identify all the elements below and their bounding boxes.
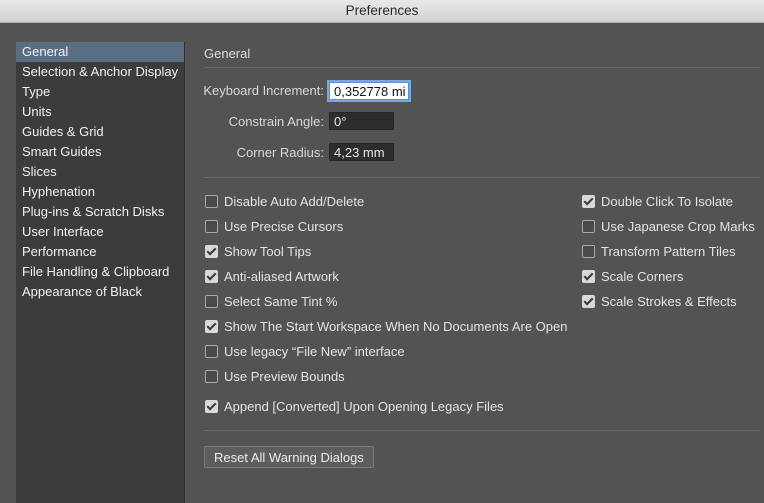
use-preview-bounds-checkbox[interactable]: Use Preview Bounds [205, 369, 345, 384]
sidebar-item-user-interface[interactable]: User Interface [16, 222, 184, 242]
constrain-angle-label: Constrain Angle: [228, 114, 324, 129]
sidebar-item-selection-anchor-display[interactable]: Selection & Anchor Display [16, 62, 184, 82]
disable-auto-add-delete-checkbox[interactable]: Disable Auto Add/Delete [205, 194, 364, 209]
checkbox-checked-icon[interactable] [582, 195, 595, 208]
footer-divider [204, 430, 760, 431]
checkbox-checked-icon[interactable] [205, 400, 218, 413]
double-click-to-isolate-checkbox[interactable]: Double Click To Isolate [582, 194, 733, 209]
checkbox-unchecked-icon[interactable] [582, 220, 595, 233]
checkbox-label: Use Precise Cursors [224, 219, 344, 234]
checkbox-unchecked-icon[interactable] [205, 220, 218, 233]
sidebar-item-slices[interactable]: Slices [16, 162, 184, 182]
sidebar-item-file-handling-clipboard[interactable]: File Handling & Clipboard [16, 262, 184, 282]
constrain-angle-field[interactable]: 0° [329, 112, 394, 130]
sidebar-item-performance[interactable]: Performance [16, 242, 184, 262]
checkbox-unchecked-icon[interactable] [205, 370, 218, 383]
checkbox-label: Double Click To Isolate [601, 194, 733, 209]
checkbox-label: Use Preview Bounds [224, 369, 345, 384]
sidebar-item-guides-grid[interactable]: Guides & Grid [16, 122, 184, 142]
keyboard-increment-field[interactable]: 0,352778 mi [329, 82, 409, 100]
sidebar-item-smart-guides[interactable]: Smart Guides [16, 142, 184, 162]
scale-strokes-effects-checkbox[interactable]: Scale Strokes & Effects [582, 294, 737, 309]
checkbox-unchecked-icon[interactable] [205, 295, 218, 308]
checkbox-label: Scale Corners [601, 269, 684, 284]
use-japanese-crop-marks-checkbox[interactable]: Use Japanese Crop Marks [582, 219, 755, 234]
checkbox-label: Show Tool Tips [224, 244, 312, 259]
corner-radius-label: Corner Radius: [236, 145, 324, 160]
options-divider [204, 177, 760, 178]
checkbox-label: Select Same Tint % [224, 294, 338, 309]
keyboard-increment-label: Keyboard Increment: [203, 83, 324, 98]
show-start-workspace-checkbox[interactable]: Show The Start Workspace When No Documen… [205, 319, 567, 334]
checkbox-label: Transform Pattern Tiles [601, 244, 736, 259]
checkbox-checked-icon[interactable] [582, 295, 595, 308]
reset-warning-dialogs-button[interactable]: Reset All Warning Dialogs [204, 446, 374, 468]
sidebar-item-units[interactable]: Units [16, 102, 184, 122]
sidebar-item-appearance-of-black[interactable]: Appearance of Black [16, 282, 184, 302]
use-precise-cursors-checkbox[interactable]: Use Precise Cursors [205, 219, 343, 234]
checkbox-label: Use legacy “File New” interface [224, 344, 405, 359]
checkbox-label: Append [Converted] Upon Opening Legacy F… [224, 399, 504, 414]
section-title: General [204, 46, 251, 61]
window-title: Preferences [0, 0, 764, 23]
checkbox-checked-icon[interactable] [205, 245, 218, 258]
section-divider [204, 67, 760, 68]
checkbox-label: Use Japanese Crop Marks [601, 219, 755, 234]
checkbox-checked-icon[interactable] [205, 320, 218, 333]
checkbox-unchecked-icon[interactable] [205, 195, 218, 208]
sidebar-item-general[interactable]: General [16, 42, 184, 62]
corner-radius-field[interactable]: 4,23 mm [329, 143, 394, 161]
checkbox-unchecked-icon[interactable] [205, 345, 218, 358]
checkbox-checked-icon[interactable] [582, 270, 595, 283]
checkbox-unchecked-icon[interactable] [582, 245, 595, 258]
checkbox-label: Anti-aliased Artwork [224, 269, 339, 284]
checkbox-label: Scale Strokes & Effects [601, 294, 737, 309]
transform-pattern-tiles-checkbox[interactable]: Transform Pattern Tiles [582, 244, 736, 259]
sidebar-item-type[interactable]: Type [16, 82, 184, 102]
sidebar-item-hyphenation[interactable]: Hyphenation [16, 182, 184, 202]
select-same-tint-checkbox[interactable]: Select Same Tint % [205, 294, 337, 309]
use-legacy-file-new-checkbox[interactable]: Use legacy “File New” interface [205, 344, 405, 359]
checkbox-checked-icon[interactable] [205, 270, 218, 283]
checkbox-label: Disable Auto Add/Delete [224, 194, 365, 209]
checkbox-label: Show The Start Workspace When No Documen… [224, 319, 568, 334]
scale-corners-checkbox[interactable]: Scale Corners [582, 269, 683, 284]
preferences-sidebar: General Selection & Anchor Display Type … [16, 42, 185, 503]
show-tool-tips-checkbox[interactable]: Show Tool Tips [205, 244, 311, 259]
sidebar-item-plugins-scratch-disks[interactable]: Plug-ins & Scratch Disks [16, 202, 184, 222]
anti-aliased-artwork-checkbox[interactable]: Anti-aliased Artwork [205, 269, 339, 284]
append-converted-checkbox[interactable]: Append [Converted] Upon Opening Legacy F… [205, 399, 504, 414]
